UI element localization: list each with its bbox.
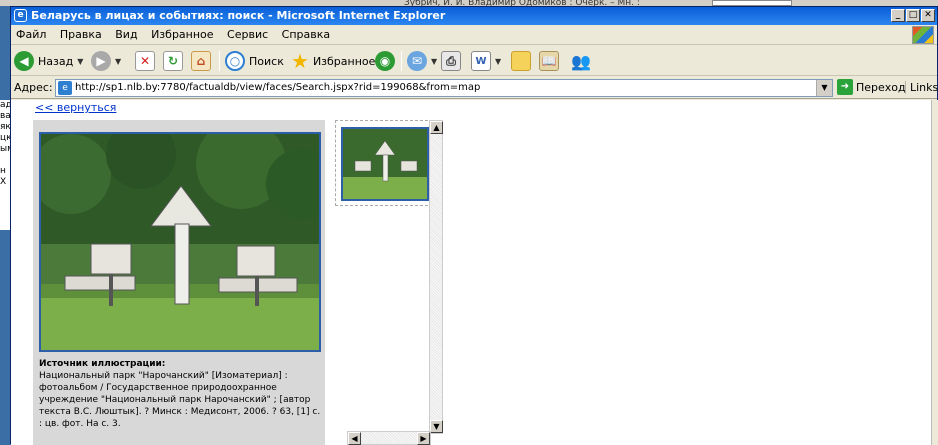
- back-label: Назад: [38, 54, 74, 68]
- favorites-button[interactable]: ★ Избранное: [291, 50, 375, 72]
- mail-icon: ✉: [407, 51, 427, 71]
- refresh-button[interactable]: ↻: [163, 50, 183, 72]
- research-icon: 📖: [539, 51, 559, 71]
- print-button[interactable]: ⎙: [441, 50, 461, 72]
- scroll-right-icon[interactable]: ▶: [417, 432, 430, 445]
- messenger-icon: 👥: [571, 51, 591, 71]
- forward-dropdown-icon[interactable]: ▼: [115, 57, 121, 66]
- page-icon: e: [58, 81, 72, 95]
- folder-icon: [511, 51, 531, 71]
- menu-file[interactable]: Файл: [11, 25, 51, 41]
- favorites-star-icon: ★: [291, 49, 309, 73]
- search-icon: ○: [225, 51, 245, 71]
- toolbar-separator: [401, 51, 402, 71]
- go-arrow-icon: ➜: [837, 79, 853, 95]
- menu-edit[interactable]: Правка: [55, 25, 107, 41]
- address-url[interactable]: http://sp1.nlb.by:7780/factualdb/view/fa…: [75, 82, 480, 93]
- edit-dropdown-icon[interactable]: ▼: [495, 57, 501, 66]
- page-content: << вернуться Источник иллюстрации: Нацио…: [11, 100, 931, 445]
- thumbnail-vertical-scrollbar[interactable]: ▲ ▼: [429, 120, 443, 434]
- menu-tools[interactable]: Сервис: [222, 25, 273, 41]
- back-button[interactable]: ◀ Назад ▼: [14, 50, 83, 72]
- scroll-up-icon[interactable]: ▲: [430, 121, 443, 134]
- folder-button[interactable]: [511, 50, 531, 72]
- forward-button[interactable]: ▶ ▼: [91, 50, 121, 72]
- menu-view[interactable]: Вид: [110, 25, 142, 41]
- menu-favorites[interactable]: Избранное: [146, 25, 218, 41]
- menu-bar: Файл Правка Вид Избранное Сервис Справка: [11, 25, 937, 45]
- go-label: Переход: [856, 80, 906, 94]
- standard-toolbar: ◀ Назад ▼ ▶ ▼ ✕ ↻ ⌂ ○ Поиск ★ Избранное …: [11, 46, 937, 76]
- stop-icon: ✕: [135, 51, 155, 71]
- page-vertical-scrollbar[interactable]: [931, 100, 938, 445]
- mail-dropdown-icon[interactable]: ▼: [431, 57, 437, 66]
- illustration-caption: Источник иллюстрации: Национальный парк …: [39, 358, 323, 430]
- scroll-down-icon[interactable]: ▼: [430, 420, 443, 433]
- close-button[interactable]: ✕: [921, 9, 935, 22]
- ie-icon: e: [14, 9, 27, 22]
- thumbnail-image[interactable]: [341, 127, 429, 201]
- home-button[interactable]: ⌂: [191, 50, 211, 72]
- main-photo[interactable]: [39, 132, 321, 352]
- home-icon: ⌂: [191, 51, 211, 71]
- media-icon: ◉: [375, 51, 395, 71]
- caption-title: Источник иллюстрации:: [39, 359, 166, 369]
- illustration-panel: Источник иллюстрации: Национальный парк …: [33, 120, 325, 445]
- minimize-button[interactable]: _: [891, 9, 905, 22]
- thumbnail-frame: [335, 120, 433, 206]
- thumbnail-horizontal-scrollbar[interactable]: ◀ ▶: [347, 431, 431, 445]
- go-button[interactable]: ➜ Переход: [837, 79, 906, 95]
- back-dropdown-icon[interactable]: ▼: [77, 57, 83, 66]
- address-bar: Адрес: e http://sp1.nlb.by:7780/factuald…: [11, 77, 938, 99]
- favorites-label: Избранное: [312, 54, 376, 68]
- scroll-left-icon[interactable]: ◀: [348, 432, 361, 445]
- forward-arrow-icon: ▶: [91, 51, 111, 71]
- word-icon: W: [471, 51, 491, 71]
- messenger-button[interactable]: 👥: [571, 50, 591, 72]
- back-link[interactable]: << вернуться: [35, 101, 116, 114]
- caption-text: Национальный парк "Нарочанский" [Изомате…: [39, 371, 321, 429]
- maximize-button[interactable]: □: [906, 9, 920, 22]
- address-input[interactable]: e http://sp1.nlb.by:7780/factualdb/view/…: [55, 79, 833, 97]
- search-label: Поиск: [249, 54, 284, 68]
- print-icon: ⎙: [441, 51, 461, 71]
- window-title: Беларусь в лицах и событиях: поиск - Mic…: [31, 9, 446, 22]
- toolbar-separator: [219, 51, 220, 71]
- windows-logo-icon: [912, 26, 934, 44]
- window-controls: _ □ ✕: [891, 9, 935, 22]
- search-button[interactable]: ○ Поиск: [225, 50, 284, 72]
- mail-button[interactable]: ✉ ▼: [407, 50, 437, 72]
- title-bar[interactable]: e Беларусь в лицах и событиях: поиск - M…: [11, 7, 937, 25]
- address-dropdown-icon[interactable]: ▼: [816, 80, 832, 96]
- media-button[interactable]: ◉: [375, 50, 395, 72]
- browser-window: e Беларусь в лицах и событиях: поиск - M…: [10, 6, 938, 445]
- back-arrow-icon: ◀: [14, 51, 34, 71]
- menu-help[interactable]: Справка: [277, 25, 335, 41]
- edit-button[interactable]: W ▼: [471, 50, 501, 72]
- stop-button[interactable]: ✕: [135, 50, 155, 72]
- address-label: Адрес:: [14, 81, 53, 94]
- links-button[interactable]: Links: [905, 81, 938, 94]
- refresh-icon: ↻: [163, 51, 183, 71]
- research-button[interactable]: 📖: [539, 50, 559, 72]
